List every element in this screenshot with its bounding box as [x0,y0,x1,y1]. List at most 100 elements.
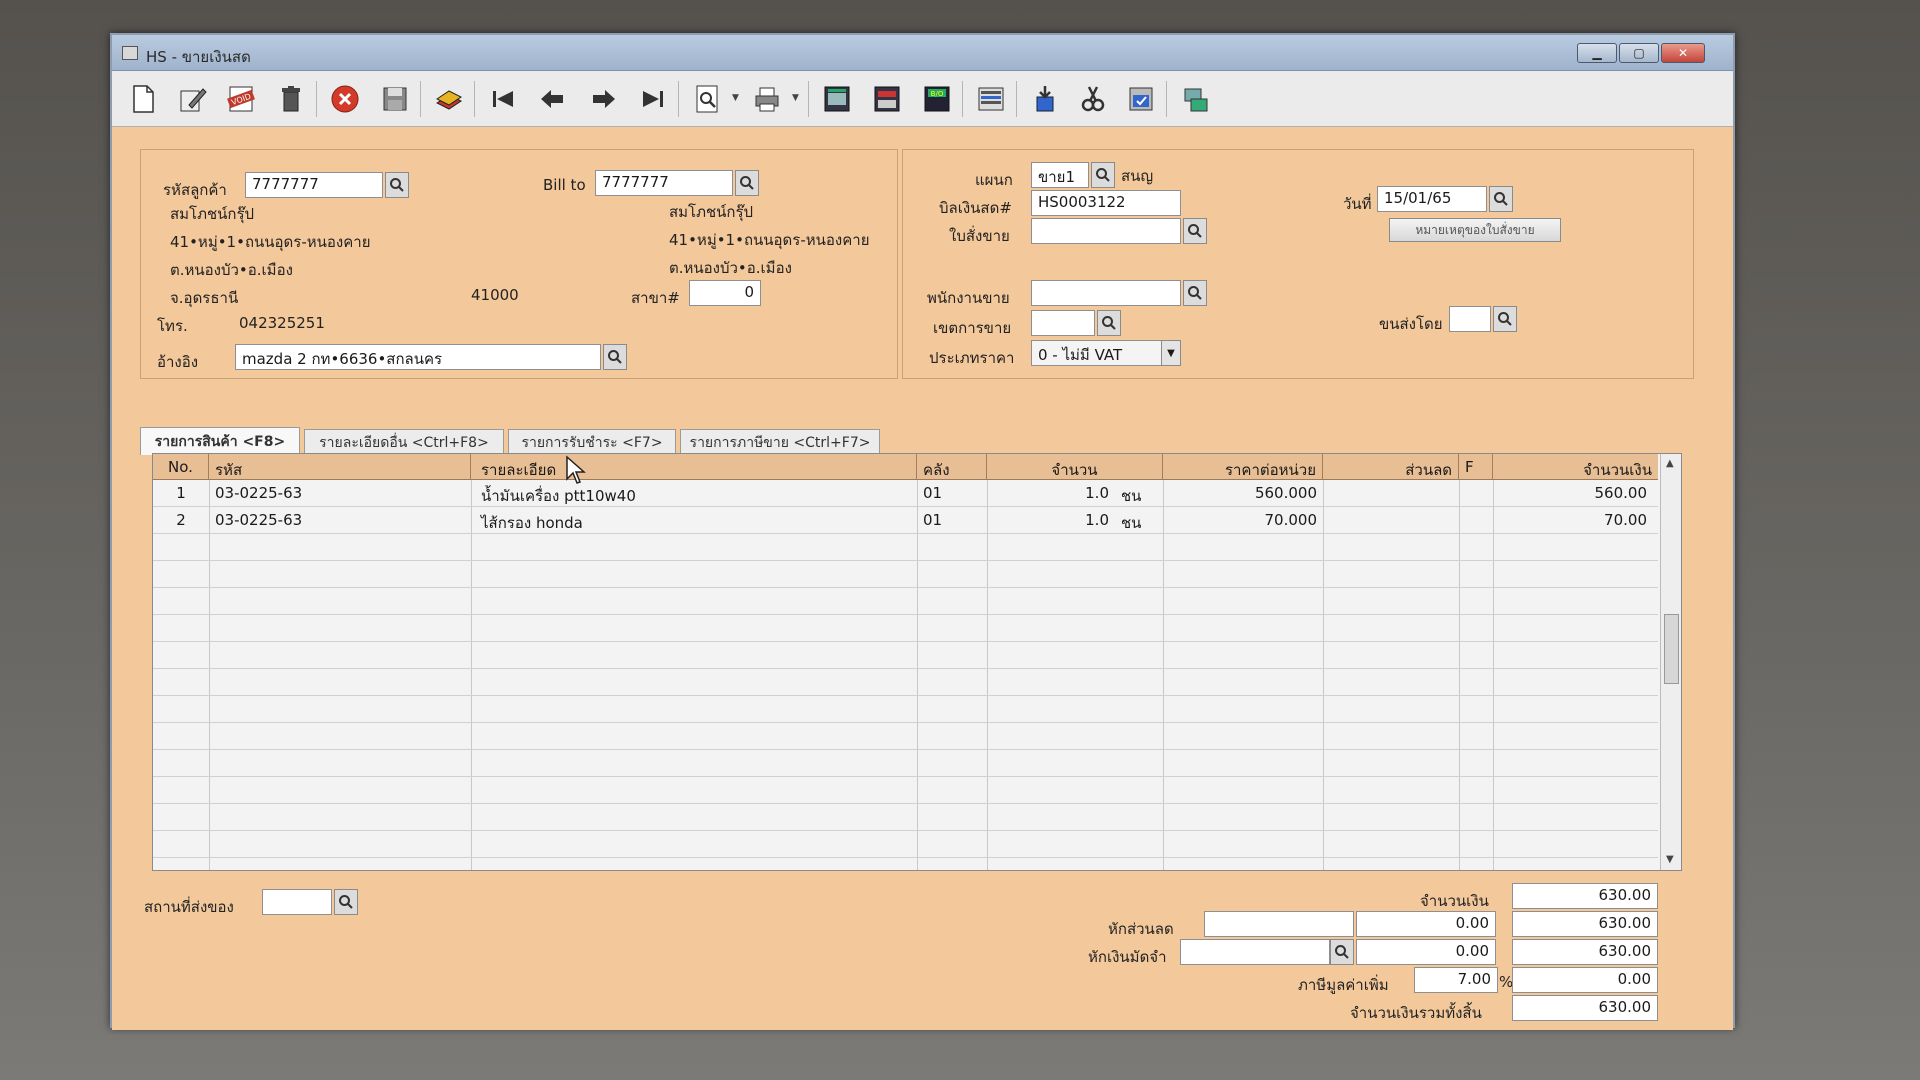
table-row[interactable]: 2 03-0225-63 ไส้กรอง honda 01 1.0 ชน 70.… [153,507,1658,534]
ship-field[interactable] [1449,306,1491,332]
customer-address2: ต.หนองบัว•อ.เมือง [170,261,293,279]
phone-label: โทร. [157,317,188,335]
copy-icon[interactable] [430,81,468,117]
scroll-up-icon[interactable]: ▲ [1666,458,1674,469]
cancel-icon[interactable] [326,81,364,117]
table-row[interactable] [153,615,1658,642]
table-row[interactable] [153,831,1658,858]
tools-icon[interactable] [1074,81,1112,117]
salesman-field[interactable] [1031,280,1181,306]
col-warehouse[interactable]: คลัง [917,454,987,480]
tab-items[interactable]: รายการสินค้า <F8> [140,427,300,455]
customer-code-field[interactable]: 7777777 [245,172,383,198]
table-row[interactable] [153,669,1658,696]
row-desc: ไส้กรอง honda [481,514,583,532]
bill-field[interactable]: HS0003122 [1031,190,1181,216]
edit-icon[interactable] [174,81,212,117]
network-icon[interactable] [1176,81,1214,117]
customer-postcode: 41000 [471,286,519,304]
col-no[interactable]: No. [153,454,209,480]
export-icon[interactable] [818,81,856,117]
table-row[interactable] [153,723,1658,750]
delete-icon[interactable] [272,81,310,117]
approve-icon[interactable] [1026,81,1064,117]
preview-icon[interactable] [688,81,726,117]
billto-field[interactable]: 7777777 [595,170,733,196]
deposit-input[interactable] [1180,939,1330,965]
prev-icon[interactable] [534,81,572,117]
print-dropdown-icon[interactable]: ▼ [792,93,799,103]
tab-other-details[interactable]: รายละเอียดอื่น <Ctrl+F8> [304,429,504,455]
table-row[interactable] [153,777,1658,804]
report-icon[interactable] [972,81,1010,117]
so-note-button[interactable]: หมายเหตุของใบสั่งขาย [1389,218,1561,242]
so-label: ใบสั่งขาย [949,227,1010,245]
table-row[interactable] [153,642,1658,669]
bo-icon[interactable]: B/O [918,81,956,117]
print-icon[interactable] [748,81,786,117]
date-picker-button[interactable] [1489,186,1513,212]
billto-search-button[interactable] [735,170,759,196]
branch-field[interactable]: 0 [689,280,761,306]
customer-province: จ.อุดรธานี [170,289,239,307]
col-desc[interactable]: รายละเอียด [471,454,917,480]
table-row[interactable] [153,534,1658,561]
delivery-search-button[interactable] [334,889,358,915]
customer-search-button[interactable] [385,172,409,198]
chevron-down-icon[interactable]: ▼ [1161,340,1181,366]
next-icon[interactable] [584,81,622,117]
area-field[interactable] [1031,310,1095,336]
scroll-down-icon[interactable]: ▼ [1666,854,1674,865]
scroll-thumb[interactable] [1664,614,1679,684]
row-discount [1323,507,1459,534]
table-row[interactable]: 1 03-0225-63 น้ำมันเครื่อง ptt10w40 01 1… [153,480,1658,507]
search-icon [740,176,754,190]
table-row[interactable] [153,561,1658,588]
title-bar[interactable]: HS - ขายเงินสด ▁ ▢ ✕ [112,35,1733,71]
table-row[interactable] [153,750,1658,777]
delivery-field[interactable] [262,889,332,915]
col-f[interactable]: F [1459,454,1493,480]
date-field[interactable]: 15/01/65 [1377,186,1487,212]
col-discount[interactable]: ส่วนลด [1323,454,1459,480]
search-icon [1102,316,1116,330]
void-icon[interactable]: VOID [222,81,260,117]
salesman-search-button[interactable] [1183,280,1207,306]
col-price[interactable]: ราคาต่อหน่วย [1163,454,1323,480]
row-code: 03-0225-63 [215,484,303,502]
ok-icon[interactable] [1122,81,1160,117]
save-icon[interactable] [376,81,414,117]
col-qty[interactable]: จำนวน [987,454,1163,480]
minimize-button[interactable]: ▁ [1577,43,1617,63]
dept-search-button[interactable] [1091,162,1115,188]
deposit-search-button[interactable] [1330,939,1354,965]
tab-sales-tax[interactable]: รายการภาษีขาย <Ctrl+F7> [680,429,880,455]
vat-rate-field[interactable]: 7.00 [1414,967,1498,993]
table-row[interactable] [153,804,1658,831]
ref-field[interactable]: mazda 2 กท•6636•สกลนคร [235,344,601,370]
import-icon[interactable] [868,81,906,117]
close-button[interactable]: ✕ [1661,43,1705,63]
pricetype-select[interactable]: 0 - ไม่มี VAT [1031,340,1181,366]
so-field[interactable] [1031,218,1181,244]
table-row[interactable] [153,696,1658,723]
deposit-label: หักเงินมัดจำ [1088,948,1167,966]
last-icon[interactable] [634,81,672,117]
ref-search-button[interactable] [603,344,627,370]
new-icon[interactable] [124,81,162,117]
so-search-button[interactable] [1183,218,1207,244]
tab-payments[interactable]: รายการรับชำระ <F7> [508,429,676,455]
col-code[interactable]: รหัส [209,454,471,480]
ship-search-button[interactable] [1493,306,1517,332]
preview-dropdown-icon[interactable]: ▼ [732,93,739,103]
discount-input[interactable] [1204,911,1354,937]
maximize-button[interactable]: ▢ [1619,43,1659,63]
grid-scrollbar[interactable]: ▲ ▼ [1660,454,1681,870]
table-row[interactable] [153,588,1658,615]
first-icon[interactable] [484,81,522,117]
dept-field[interactable]: ขาย1 [1031,162,1089,188]
row-price: 70.000 [1264,511,1318,529]
mouse-cursor-icon [566,455,586,484]
col-amount[interactable]: จำนวนเงิน [1493,454,1658,480]
area-search-button[interactable] [1097,310,1121,336]
